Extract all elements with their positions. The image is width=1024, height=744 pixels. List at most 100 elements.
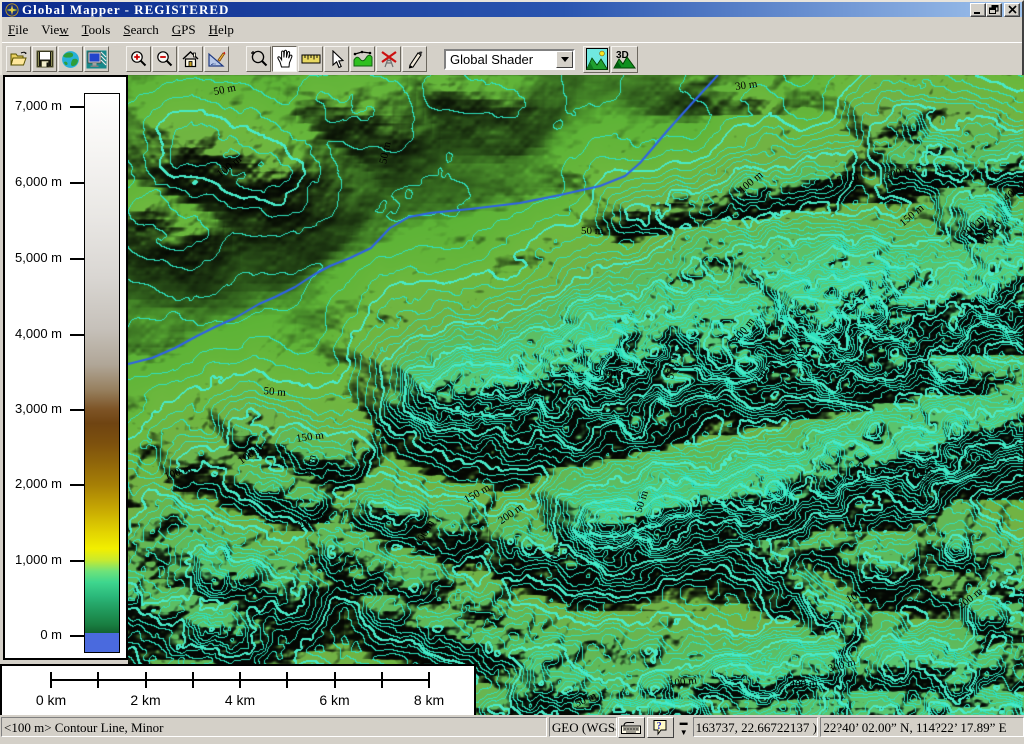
menu-item-view[interactable]: View [41,22,68,38]
pan-tool-button[interactable] [272,46,297,72]
menu-item-tools[interactable]: Tools [82,22,111,38]
measure-config-button[interactable] [204,46,229,72]
legend-tick-label: 4,000 m [15,326,62,341]
status-tool-hint: <100 m> Contour Line, Minor [1,717,547,737]
help-button[interactable]: ? [647,717,674,738]
minimize-button[interactable] [970,3,986,17]
legend-tick-label: 1,000 m [15,552,62,567]
legend-tick [70,258,84,260]
scale-label: 6 km [319,692,349,708]
menu-bar: File View Tools Search GPS Help [2,17,1022,42]
zoom-tool-icon [249,49,269,69]
zoom-in-button[interactable] [126,46,151,72]
map-client-area: 30 m50 m100 m50 m50 m100 m50 m300 m400 m… [0,75,1024,718]
keyboard-button[interactable] [618,717,645,738]
legend-tick-label: 0 m [40,627,62,642]
zoom-out-icon [155,50,174,69]
scale-label: 4 km [225,692,255,708]
zoom-in-icon [129,50,148,69]
status-projection: GEO (WGS84 [549,717,617,737]
terrain-profile-icon [353,50,373,68]
scale-label: 0 km [36,692,66,708]
toolbar-group [6,46,110,72]
legend-tick-label: 3,000 m [15,401,62,416]
status-position: 22?40’ 02.00” N, 114?22’ 17.89” E [820,717,1024,737]
three-d-view-icon: 3D [613,48,636,71]
shader-select[interactable]: Global Shader [444,49,575,70]
chevron-down-icon [561,57,569,62]
scale-tick [381,672,383,688]
svg-text:?: ? [657,721,662,732]
shader-select-value: Global Shader [446,52,556,67]
contour-label: 500 m [594,368,622,379]
zoom-out-button[interactable] [152,46,177,72]
toolbar-group [126,46,230,72]
window-title: Global Mapper - REGISTERED [22,3,229,17]
open-file-button[interactable] [6,46,31,72]
status-spinner[interactable]: ▬ ▼ [677,717,691,738]
elevation-gradient-bar [84,93,120,653]
scale-tick [192,672,194,688]
scale-tick [145,672,147,688]
monitor-globe-icon [86,50,107,69]
save-button[interactable] [32,46,57,72]
digitizer-tool-button[interactable] [402,46,427,72]
scale-tick [334,672,336,688]
legend-tick-label: 5,000 m [15,250,62,265]
home-icon [181,50,200,68]
app-window: Global Mapper - REGISTERED FileViewTool [0,0,1024,744]
measure-tool-button[interactable] [298,46,323,72]
toolbar: Global Shader 3D [2,42,1022,75]
path-profile-button[interactable] [350,46,375,72]
scale-tick [286,672,288,688]
contour-label: 50 m [263,386,286,399]
scale-tick [50,672,52,688]
legend-tick [70,409,84,411]
menu-item-file[interactable]: File [8,22,28,38]
scale-bar-panel: 0 km2 km4 km6 km8 km [0,664,476,718]
menu-item-help[interactable]: Help [209,22,234,38]
restore-icon [989,5,999,14]
contour-label: 50 m [581,226,603,237]
title-bar: Global Mapper - REGISTERED [2,2,1022,17]
scale-tick [428,672,430,688]
legend-tick-label: 7,000 m [15,98,62,113]
shader-select-dropdown-button[interactable] [556,51,573,68]
help-icon: ? [652,719,668,736]
ruler-icon [301,52,321,66]
keyboard-icon [621,721,641,734]
gps-tool-button[interactable] [376,46,401,72]
full-view-button[interactable] [178,46,203,72]
zoom-tool-button[interactable] [246,46,271,72]
map-view[interactable]: 30 m50 m100 m50 m50 m100 m50 m300 m400 m… [128,75,1024,718]
status-coordinates: 163737, 22.66722137 ) [693,717,819,737]
ruler-pencil-icon [207,50,227,69]
restore-button[interactable] [986,3,1002,17]
globe-icon [61,50,80,69]
legend-tick [70,484,84,486]
legend-tick [70,182,84,184]
close-button[interactable] [1004,3,1020,17]
pen-icon [406,50,424,69]
menu-item-search[interactable]: Search [123,22,158,38]
menu-item-gps[interactable]: GPS [172,22,196,38]
pick-tool-button[interactable] [324,46,349,72]
legend-tick [70,334,84,336]
elevation-legend-panel: 7,000 m6,000 m5,000 m4,000 m3,000 m2,000… [3,75,128,660]
legend-tick-label: 2,000 m [15,476,62,491]
spinner-down-icon[interactable]: ▼ [680,729,688,736]
download-online-data-button[interactable] [58,46,83,72]
show-3d-button[interactable]: 3D [611,46,638,73]
close-icon [1008,5,1017,14]
app-icon [5,3,19,17]
gps-antenna-icon [380,50,398,69]
window-controls [970,3,1020,17]
workspace-button[interactable] [84,46,109,72]
spinner-up-icon[interactable]: ▬ [680,719,688,726]
show-raster-button[interactable] [583,46,610,73]
scale-tick [97,672,99,688]
hand-pan-icon [276,49,294,69]
legend-tick [70,635,84,637]
open-folder-icon [9,50,29,68]
floppy-disk-icon [36,50,54,68]
